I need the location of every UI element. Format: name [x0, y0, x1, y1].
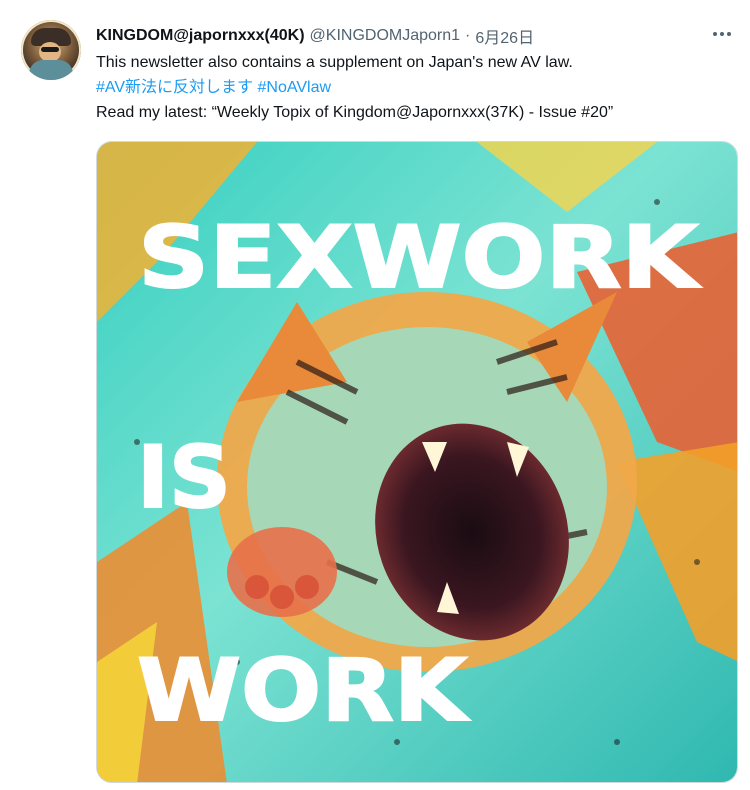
poster-word-is: IS — [137, 428, 231, 528]
display-name[interactable]: KINGDOM@japornxxx(40K) — [96, 27, 305, 45]
tweet-header: KINGDOM@japornxxx(40K) @KINGDOMJaporn1 ·… — [96, 24, 730, 48]
tweet-image[interactable]: SEXWORK IS WORK — [96, 141, 738, 783]
hashtag-line: #AV新法に反対します #NoAVlaw — [96, 75, 730, 100]
avatar-body — [29, 60, 73, 80]
tweet-date[interactable]: 6月26日 — [475, 24, 534, 48]
more-options-icon[interactable] — [710, 22, 734, 46]
separator-dot: · — [465, 27, 471, 44]
user-handle[interactable]: @KINGDOMJaporn1 — [310, 27, 461, 45]
hashtag-noavlaw[interactable]: #NoAVlaw — [258, 79, 332, 96]
avatar-glasses — [41, 47, 59, 52]
poster-art: SEXWORK IS WORK — [97, 142, 737, 782]
hashtag-av-law[interactable]: #AV新法に反対します — [96, 79, 253, 96]
avatar[interactable] — [21, 20, 81, 80]
tweet-text: This newsletter also contains a suppleme… — [96, 50, 730, 125]
tweet-text-line: This newsletter also contains a suppleme… — [96, 54, 573, 71]
tweet[interactable]: KINGDOM@japornxxx(40K) @KINGDOMJaporn1 ·… — [0, 0, 750, 790]
tweet-text-line: Read my latest: “Weekly Topix of Kingdom… — [96, 104, 614, 121]
avatar-face — [39, 42, 61, 62]
poster-word-sexwork: SEXWORK — [138, 208, 702, 308]
poster-word-work: WORK — [137, 641, 471, 741]
